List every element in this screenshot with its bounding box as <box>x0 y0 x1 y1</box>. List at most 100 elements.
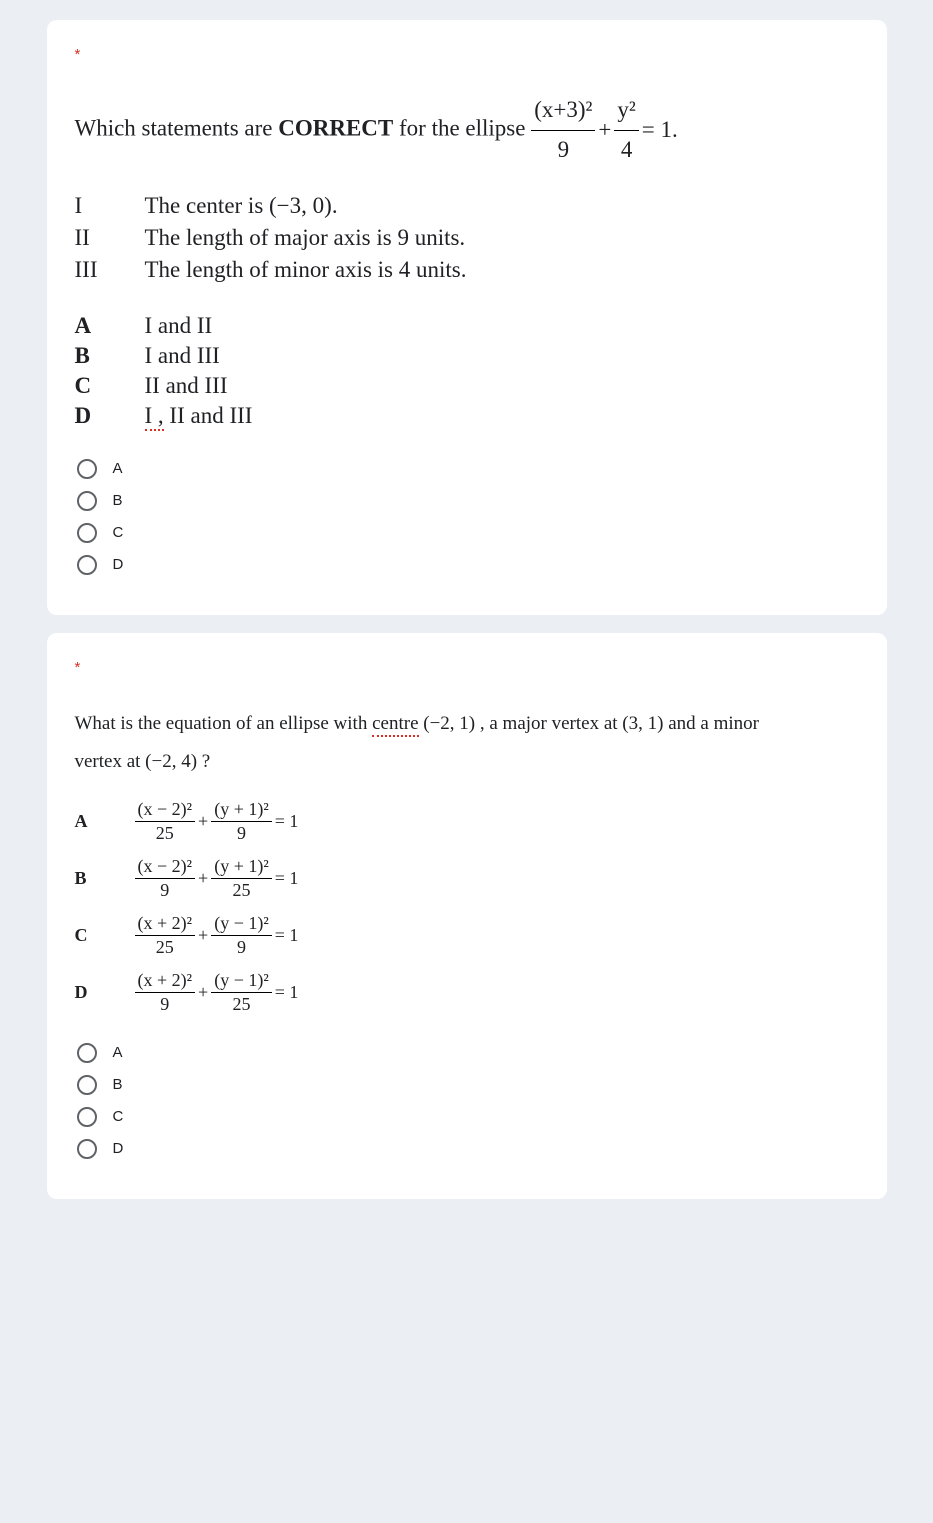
radio-label: D <box>113 1140 124 1157</box>
statements-list: I The center is (−3, 0). II The length o… <box>75 193 859 283</box>
fraction-1-den: 25 <box>135 936 196 958</box>
radio-icon <box>77 523 97 543</box>
radio-icon <box>77 1139 97 1159</box>
equation-tail: = 1 <box>275 868 299 889</box>
equation-tail: = 1 <box>275 982 299 1003</box>
required-indicator: * <box>75 46 81 63</box>
prompt-text-suffix: for the ellipse <box>393 116 531 141</box>
radio-option-a[interactable]: A <box>77 1043 859 1063</box>
fraction-2: y² 4 <box>614 92 638 169</box>
radio-label: D <box>113 556 124 573</box>
fraction-2-num: y² <box>614 92 638 131</box>
required-indicator: * <box>75 659 81 676</box>
fraction-1-den: 9 <box>531 131 595 169</box>
answer-key-row: D I , II and III <box>75 403 859 429</box>
fraction-1-den: 9 <box>135 993 196 1015</box>
answer-equation: (x − 2)²25 + (y + 1)²9 = 1 <box>135 799 299 844</box>
prompt-text-prefix: Which statements are <box>75 116 279 141</box>
radio-option-b[interactable]: B <box>77 491 859 511</box>
spellcheck-underline: I , <box>145 403 164 431</box>
answer-key-row: A I and II <box>75 313 859 339</box>
radio-icon <box>77 459 97 479</box>
fraction-2: (y − 1)²9 <box>211 913 272 958</box>
fraction-2: (y + 1)²25 <box>211 856 272 901</box>
answer-key-letter: B <box>75 868 135 889</box>
answer-key-letter: C <box>75 373 145 399</box>
fraction-2-num: (y − 1)² <box>211 970 272 993</box>
equation-tail: = 1 <box>275 811 299 832</box>
answer-equation: (x + 2)²9 + (y − 1)²25 = 1 <box>135 970 299 1015</box>
fraction-2-den: 9 <box>211 822 272 844</box>
fraction-1-num: (x − 2)² <box>135 856 196 879</box>
radio-label: B <box>113 1076 123 1093</box>
statement-row: I The center is (−3, 0). <box>75 193 859 219</box>
answer-key-letter: A <box>75 811 135 832</box>
radio-option-a[interactable]: A <box>77 459 859 479</box>
radio-label: C <box>113 1108 124 1125</box>
prompt-bold-word: CORRECT <box>278 116 393 141</box>
statement-text: The length of minor axis is 4 units. <box>145 257 467 283</box>
fraction-2-den: 25 <box>211 993 272 1015</box>
answer-key-text: II and III <box>145 373 228 399</box>
equation-tail: = 1 <box>275 925 299 946</box>
fraction-2-num: (y + 1)² <box>211 856 272 879</box>
question-card-2: * What is the equation of an ellipse wit… <box>47 633 887 1199</box>
question-prompt: Which statements are CORRECT for the ell… <box>75 92 859 169</box>
fraction-1: (x + 2)²9 <box>135 970 196 1015</box>
fraction-2-num: (y + 1)² <box>211 799 272 822</box>
fraction-1: (x + 2)²25 <box>135 913 196 958</box>
radio-option-d[interactable]: D <box>77 1139 859 1159</box>
ellipse-equation: (x+3)² 9 + y² 4 = 1. <box>531 92 678 169</box>
radio-label: A <box>113 460 123 477</box>
statement-roman: I <box>75 193 145 219</box>
radio-option-c[interactable]: C <box>77 523 859 543</box>
statement-roman: III <box>75 257 145 283</box>
answer-key-text: I and II <box>145 313 213 339</box>
radio-option-c[interactable]: C <box>77 1107 859 1127</box>
answer-key-letter: D <box>75 403 145 429</box>
fraction-2-den: 4 <box>614 131 638 169</box>
equation-tail: = 1. <box>642 112 678 149</box>
answer-key-text: I , II and III <box>145 403 253 429</box>
prompt-text-b: (−2, 1) , a major vertex at (3, 1) and a… <box>419 713 759 734</box>
fraction-1-den: 9 <box>135 879 196 901</box>
statement-row: III The length of minor axis is 4 units. <box>75 257 859 283</box>
spellcheck-underline: centre <box>372 713 418 737</box>
plus-sign: + <box>198 982 208 1003</box>
radio-group: A B C D <box>77 459 859 575</box>
fraction-2-num: (y − 1)² <box>211 913 272 936</box>
plus-sign: + <box>598 112 611 149</box>
prompt-text-a: What is the equation of an ellipse with <box>75 713 373 734</box>
statement-text: The length of major axis is 9 units. <box>145 225 466 251</box>
answer-key-row: C II and III <box>75 373 859 399</box>
fraction-1-num: (x+3)² <box>531 92 595 131</box>
answer-key-text: I and III <box>145 343 220 369</box>
fraction-2-den: 9 <box>211 936 272 958</box>
question-prompt: What is the equation of an ellipse with … <box>75 705 859 781</box>
fraction-1-num: (x − 2)² <box>135 799 196 822</box>
fraction-2-den: 25 <box>211 879 272 901</box>
fraction-1: (x − 2)²9 <box>135 856 196 901</box>
answer-key-letter: A <box>75 313 145 339</box>
statement-row: II The length of major axis is 9 units. <box>75 225 859 251</box>
fraction-2: (y − 1)²25 <box>211 970 272 1015</box>
fraction-1: (x+3)² 9 <box>531 92 595 169</box>
answer-key-letter: C <box>75 925 135 946</box>
radio-icon <box>77 1107 97 1127</box>
answer-key-list: A I and II B I and III C II and III D I … <box>75 313 859 429</box>
fraction-1-num: (x + 2)² <box>135 970 196 993</box>
fraction-1-num: (x + 2)² <box>135 913 196 936</box>
radio-icon <box>77 1043 97 1063</box>
radio-icon <box>77 555 97 575</box>
radio-option-b[interactable]: B <box>77 1075 859 1095</box>
statement-roman: II <box>75 225 145 251</box>
fraction-1: (x − 2)²25 <box>135 799 196 844</box>
radio-label: C <box>113 524 124 541</box>
fraction-1-den: 25 <box>135 822 196 844</box>
radio-option-d[interactable]: D <box>77 555 859 575</box>
radio-label: A <box>113 1044 123 1061</box>
radio-group: A B C D <box>77 1043 859 1159</box>
answer-key-text-rest: II and III <box>164 403 253 428</box>
plus-sign: + <box>198 868 208 889</box>
prompt-text-c: vertex at (−2, 4) ? <box>75 751 211 772</box>
